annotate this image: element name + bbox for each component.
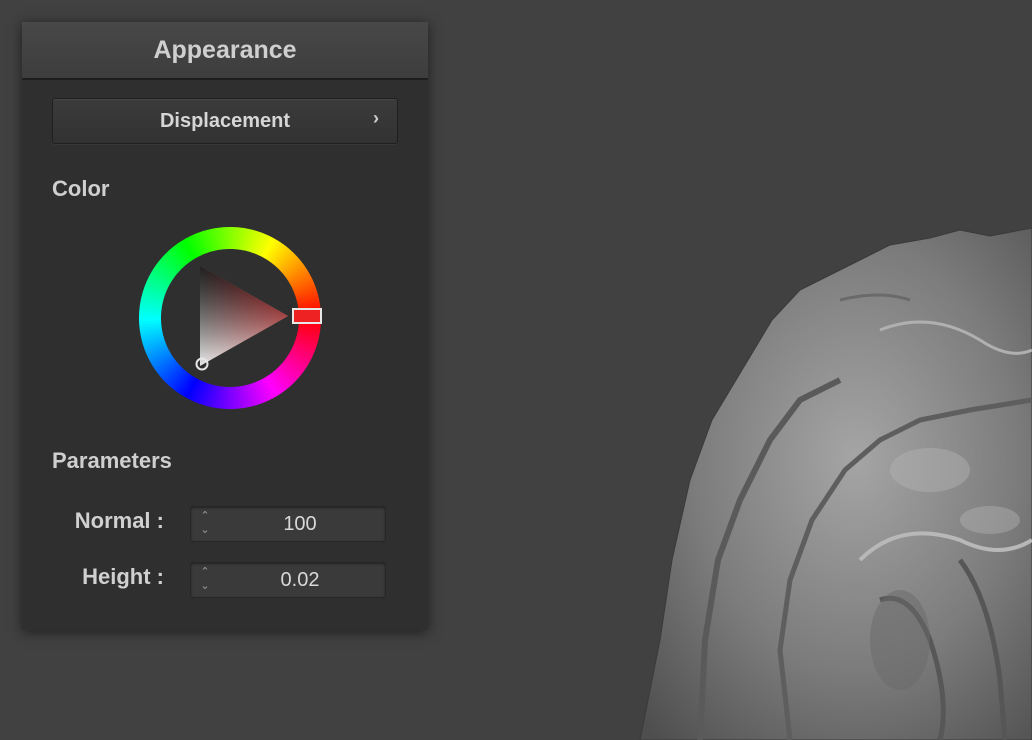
chevron-up-icon[interactable]: ⌃ xyxy=(198,509,212,523)
color-wheel[interactable] xyxy=(138,226,322,410)
height-label: Height : xyxy=(82,564,164,589)
appearance-panel: Appearance Displacement › Color Paramete… xyxy=(22,22,428,630)
height-value[interactable]: 0.02 xyxy=(215,563,385,597)
height-spinbox[interactable]: ⌃ ⌄ 0.02 xyxy=(190,562,386,598)
spin-arrows[interactable]: ⌃ ⌄ xyxy=(198,509,212,539)
spin-arrows[interactable]: ⌃ ⌄ xyxy=(198,565,212,595)
chevron-right-icon: › xyxy=(373,108,379,128)
chevron-up-icon[interactable]: ⌃ xyxy=(198,565,212,579)
panel-title: Appearance xyxy=(22,22,428,80)
displacement-button-label: Displacement xyxy=(159,109,291,132)
chevron-down-icon[interactable]: ⌄ xyxy=(198,579,212,593)
color-section-title: Color xyxy=(52,176,110,201)
parameters-section-title: Parameters xyxy=(52,448,172,473)
normal-spinbox[interactable]: ⌃ ⌄ 100 xyxy=(190,506,386,542)
hue-selector-handle[interactable] xyxy=(292,308,322,324)
normal-label: Normal : xyxy=(74,508,164,533)
saturation-value-triangle[interactable] xyxy=(200,266,288,366)
displacement-button[interactable]: Displacement › xyxy=(52,98,398,144)
normal-value[interactable]: 100 xyxy=(215,507,385,541)
chevron-down-icon[interactable]: ⌄ xyxy=(198,523,212,537)
